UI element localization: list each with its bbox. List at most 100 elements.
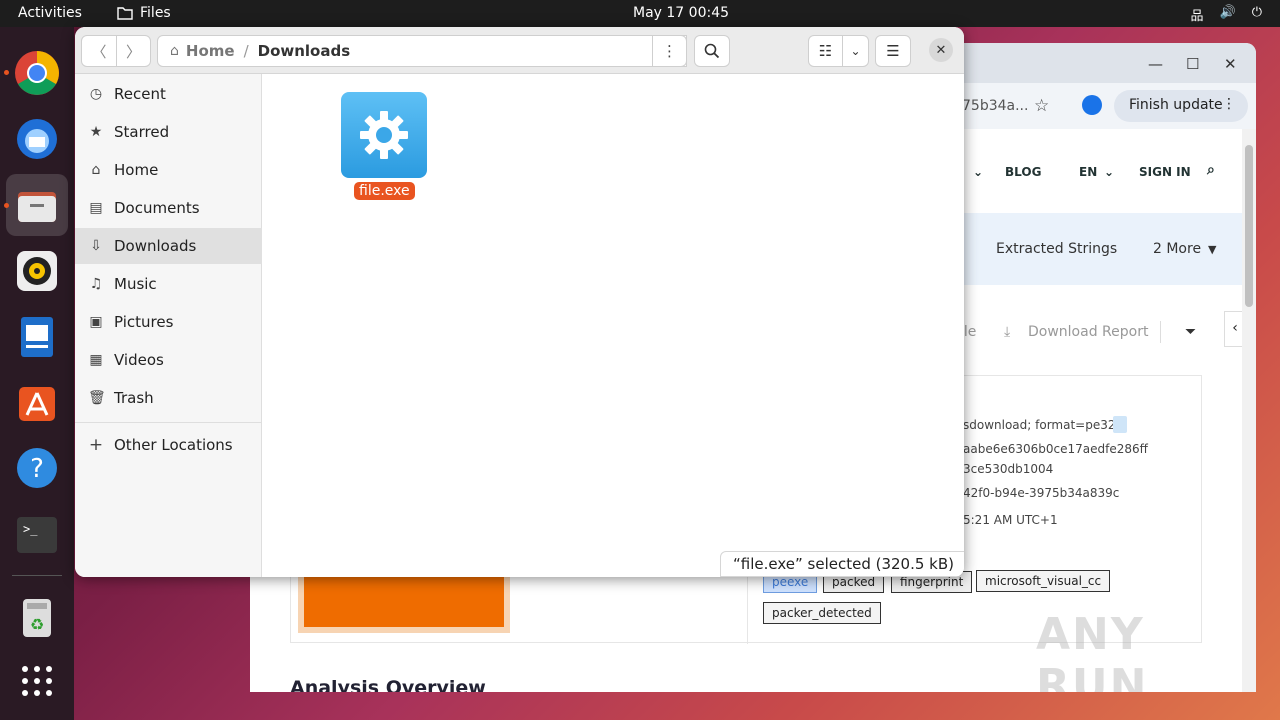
sidebar-item-documents[interactable]: ▤ Documents: [75, 190, 262, 226]
kebab-menu-icon: ⋮: [662, 42, 677, 60]
sidebar-item-pictures[interactable]: ▣ Pictures: [75, 304, 262, 340]
bookmark-star-icon[interactable]: ☆: [1034, 96, 1049, 116]
volume-icon: 🔊: [1219, 5, 1236, 20]
trash-icon[interactable]: ♻: [13, 593, 61, 641]
app-center-icon[interactable]: [13, 377, 61, 425]
info-uuid: 42f0-b94e-3975b34a839c: [963, 486, 1120, 500]
chevron-down-icon[interactable]: ⌄: [973, 165, 983, 179]
chevron-right-icon: 〉: [125, 42, 141, 61]
breadcrumb-home[interactable]: Home: [186, 42, 235, 60]
sidebar-item-label: Recent: [114, 85, 166, 103]
nav-blog[interactable]: BLOG: [1005, 165, 1041, 179]
profile-avatar[interactable]: [1082, 95, 1102, 115]
nav-signin[interactable]: SIGN IN: [1139, 165, 1191, 179]
sidebar-item-label: Downloads: [114, 237, 197, 255]
sidebar-item-downloads[interactable]: ⇩ Downloads: [75, 228, 262, 264]
sidebar-item-label: Starred: [114, 123, 170, 141]
caret-down-icon: ▼: [1208, 243, 1217, 256]
tab-more[interactable]: 2 More: [1153, 241, 1201, 257]
help-icon[interactable]: ?: [13, 444, 61, 492]
system-tray[interactable]: 品 🔊 ⏻: [1191, 5, 1263, 24]
nav-language[interactable]: EN: [1079, 165, 1097, 179]
analysis-overview-heading: Analysis Overview: [290, 677, 486, 692]
chrome-icon[interactable]: [13, 49, 61, 97]
forward-button[interactable]: 〉: [116, 35, 151, 67]
breadcrumb-current[interactable]: Downloads: [258, 42, 351, 60]
sidebar-item-recent[interactable]: ◷ Recent: [75, 76, 262, 112]
executable-file-icon[interactable]: [341, 92, 427, 178]
search-icon: [704, 43, 720, 59]
power-icon: ⏻: [1251, 5, 1262, 20]
sidebar-item-starred[interactable]: ★ Starred: [75, 114, 262, 150]
close-icon[interactable]: ✕: [1224, 55, 1237, 73]
tag-microsoft-visual-cc[interactable]: microsoft_visual_cc: [976, 570, 1111, 592]
window-close-button[interactable]: ✕: [929, 38, 953, 62]
finish-update-label: Finish update: [1129, 97, 1223, 113]
star-icon: ★: [89, 124, 103, 140]
sidebar-item-trash[interactable]: 🗑 Trash: [75, 380, 262, 416]
svg-text:?: ?: [30, 454, 44, 484]
download-icon: ⤓: [1004, 324, 1011, 340]
files-icon[interactable]: [4, 174, 68, 236]
sidebar-item-videos[interactable]: ▦ Videos: [75, 342, 262, 378]
address-bar[interactable]: 75b34a...: [962, 98, 1028, 114]
maximize-icon[interactable]: ☐: [1186, 55, 1199, 73]
sidebar-item-label: Pictures: [114, 313, 174, 331]
writer-icon[interactable]: [13, 313, 61, 361]
close-icon: ✕: [935, 42, 947, 58]
plus-icon: +: [88, 435, 104, 455]
copy-file-icon[interactable]: [1113, 416, 1127, 433]
chevron-down-icon: ⌄: [1104, 165, 1115, 179]
back-button[interactable]: 〈: [81, 35, 117, 67]
sidebar-item-music[interactable]: ♫ Music: [75, 266, 262, 302]
clock[interactable]: May 17 00:45: [633, 5, 729, 21]
top-bar: Activities Files May 17 00:45 品 🔊 ⏻: [0, 0, 1280, 27]
info-time: 5:21 AM UTC+1: [963, 513, 1058, 527]
tag-packer-detected[interactable]: packer_detected: [763, 602, 881, 624]
finish-update-button[interactable]: Finish update ⋮: [1114, 90, 1248, 122]
files-window: 〈 〉 ⌂ Home / Downloads ⋮ ☷ ⌄ ☰ ✕ ◷ Recen…: [75, 27, 964, 577]
trash-icon: 🗑: [88, 390, 106, 406]
download-icon: ⇩: [90, 238, 102, 254]
search-icon[interactable]: ⌕: [1207, 162, 1215, 178]
sidebar-item-label: Music: [114, 275, 157, 293]
tab-extracted-strings[interactable]: Extracted Strings: [996, 241, 1117, 257]
info-mime: sdownload; format=pe32: [963, 418, 1116, 432]
thunderbird-icon[interactable]: [13, 114, 61, 162]
home-icon: ⌂: [91, 162, 101, 178]
file-view[interactable]: file.exe: [263, 74, 964, 577]
sidebar-item-other-locations[interactable]: + Other Locations: [75, 427, 262, 463]
app-menu[interactable]: Files: [117, 5, 171, 21]
file-name-label[interactable]: file.exe: [354, 182, 415, 200]
chevron-down-icon: ⌄: [850, 44, 861, 58]
info-hash-2: 3ce530db1004: [963, 462, 1054, 476]
sidebar-item-label: Videos: [114, 351, 164, 369]
browser-scrollbar[interactable]: [1242, 129, 1256, 692]
filter-icon[interactable]: ⏷: [1185, 324, 1196, 340]
app-grid-icon[interactable]: [13, 657, 61, 705]
kebab-menu-icon[interactable]: ⋮: [1222, 96, 1236, 112]
rhythmbox-icon[interactable]: [13, 247, 61, 295]
main-menu-button[interactable]: ☰: [875, 35, 911, 67]
svg-text:>_: >_: [23, 522, 38, 536]
info-hash-1: aabe6e6306b0ce17aedfe286ff: [963, 442, 1148, 456]
clock-icon: ◷: [89, 86, 103, 102]
activities-button[interactable]: Activities: [18, 5, 82, 21]
sidebar-item-label: Trash: [114, 389, 154, 407]
sidebar-item-label: Other Locations: [114, 436, 233, 454]
path-bar[interactable]: ⌂ Home / Downloads: [157, 35, 687, 67]
sidebar-item-home[interactable]: ⌂ Home: [75, 152, 262, 188]
gear-icon: [360, 111, 408, 159]
terminal-icon[interactable]: >_: [13, 511, 61, 559]
search-button[interactable]: [694, 35, 730, 67]
header-bar: 〈 〉 ⌂ Home / Downloads ⋮ ☷ ⌄ ☰ ✕: [75, 27, 964, 74]
minimize-icon[interactable]: —: [1148, 55, 1163, 73]
picture-icon: ▣: [89, 314, 103, 330]
selection-status: “file.exe” selected (320.5 kB): [720, 551, 964, 577]
download-report-button[interactable]: Download Report: [1028, 324, 1148, 340]
document-icon: ▤: [89, 200, 103, 216]
list-view-button[interactable]: ☷: [808, 35, 843, 67]
running-indicator: [4, 70, 9, 75]
view-options-button[interactable]: ⌄: [842, 35, 869, 67]
path-menu-button[interactable]: ⋮: [652, 35, 687, 67]
